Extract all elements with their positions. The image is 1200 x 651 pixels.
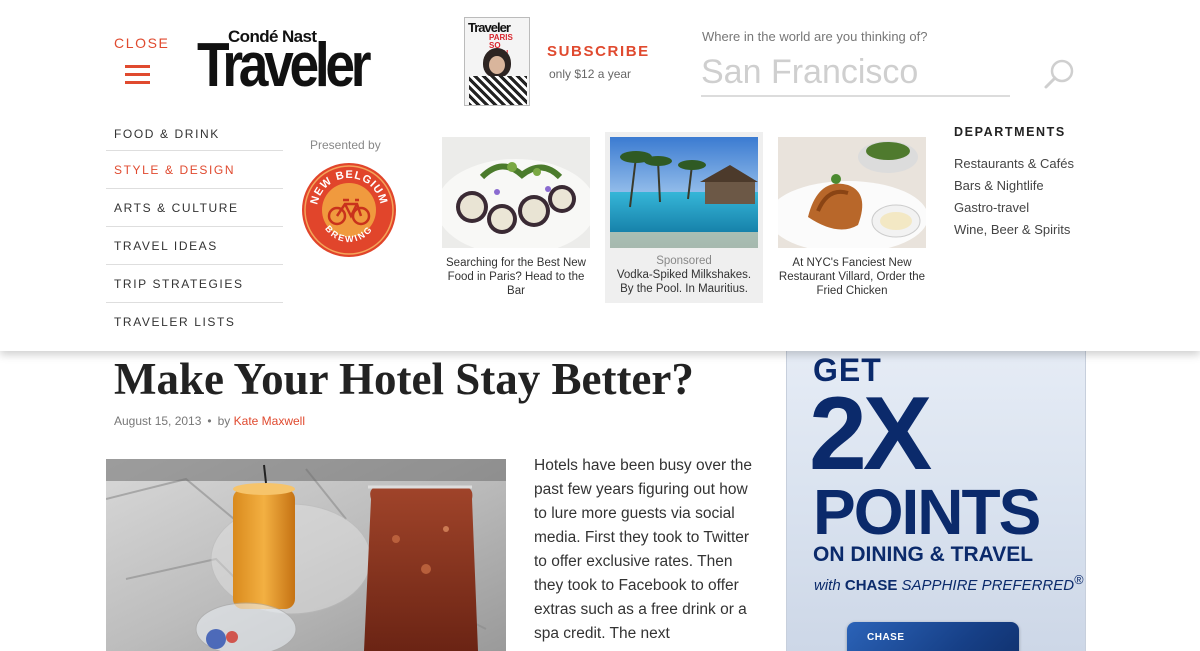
search-prompt: Where in the world are you thinking of? xyxy=(702,29,928,44)
ad-brand: CHASE xyxy=(844,577,898,594)
departments-list: Restaurants & Cafés Bars & Nightlife Gas… xyxy=(954,153,1074,241)
section-nav: FOOD & DRINK STYLE & DESIGN ARTS & CULTU… xyxy=(106,116,283,341)
article-photo-image xyxy=(106,459,506,651)
nav-item-food-drink[interactable]: FOOD & DRINK xyxy=(106,116,283,151)
new-belgium-logo[interactable]: NEW BELGIUM BREWING xyxy=(301,162,397,258)
ad-tier: PREFERRED xyxy=(981,577,1075,594)
subscribe-price: only $12 a year xyxy=(549,67,632,81)
story-card[interactable]: Searching for the Best New Food in Paris… xyxy=(442,137,590,298)
nav-item-trip-strategies[interactable]: TRIP STRATEGIES xyxy=(106,265,283,303)
story-image-fried-chicken xyxy=(778,137,926,248)
chase-ad[interactable]: GET 2X POINTS ON DINING & TRAVEL with CH… xyxy=(786,330,1086,651)
article-photo xyxy=(106,459,506,651)
story-card[interactable]: At NYC's Fanciest New Restaurant Villard… xyxy=(778,137,926,298)
logo-main-text: Traveler xyxy=(197,31,371,100)
hamburger-icon xyxy=(125,65,150,84)
story-caption: Searching for the Best New Food in Paris… xyxy=(446,257,586,297)
nav-item-traveler-lists[interactable]: TRAVELER LISTS xyxy=(106,303,283,341)
subscribe-link[interactable]: SUBSCRIBE xyxy=(547,43,650,60)
story-image-mauritius-pool xyxy=(610,137,758,248)
story-thumbnail xyxy=(610,137,758,248)
nav-item-style-design[interactable]: STYLE & DESIGN xyxy=(106,151,283,189)
article-title-line: Make Your Hotel Stay Better? xyxy=(114,354,694,404)
meta-separator: • xyxy=(207,414,212,428)
dept-item-restaurants-cafes[interactable]: Restaurants & Cafés xyxy=(954,153,1074,175)
presented-by-label: Presented by xyxy=(310,138,381,152)
ad-with-line: with CHASE SAPPHIRE PREFERRED® xyxy=(814,573,1083,594)
dept-item-wine-beer-spirits[interactable]: Wine, Beer & Spirits xyxy=(954,219,1074,241)
story-card-sponsored[interactable]: Sponsored Vodka-Spiked Milkshakes. By th… xyxy=(605,132,763,303)
close-menu-button[interactable]: CLOSE xyxy=(114,35,174,91)
credit-card-image: CHASE xyxy=(847,622,1019,651)
ad-mark: ® xyxy=(1074,573,1084,587)
ad-points: POINTS xyxy=(813,476,1041,548)
search-icon[interactable] xyxy=(1043,58,1075,90)
article-meta: August 15, 2013 • by Kate Maxwell xyxy=(114,414,305,428)
close-label: CLOSE xyxy=(114,35,170,51)
site-menu-overlay: CLOSE Condé Nast Traveler Traveler PARIS… xyxy=(0,0,1200,351)
article-date: August 15, 2013 xyxy=(114,414,202,428)
search-input[interactable] xyxy=(701,50,1010,97)
card-label: CHASE xyxy=(867,632,905,643)
sponsored-tag: Sponsored xyxy=(656,255,712,267)
ad-product: SAPPHIRE xyxy=(901,577,978,594)
conde-nast-traveler-logo[interactable]: Condé Nast Traveler xyxy=(197,27,372,100)
story-thumbnail xyxy=(778,137,926,248)
departments-title: DEPARTMENTS xyxy=(954,125,1066,139)
dept-item-bars-nightlife[interactable]: Bars & Nightlife xyxy=(954,175,1074,197)
ad-2x: 2X xyxy=(809,376,932,492)
nav-item-travel-ideas[interactable]: TRAVEL IDEAS xyxy=(106,227,283,265)
author-link[interactable]: Kate Maxwell xyxy=(234,414,305,428)
ad-dining-travel: ON DINING & TRAVEL xyxy=(813,543,1034,566)
ad-with: with xyxy=(814,577,841,594)
nav-item-arts-culture[interactable]: ARTS & CULTURE xyxy=(106,189,283,227)
dept-item-gastro-travel[interactable]: Gastro-travel xyxy=(954,197,1074,219)
story-caption: At NYC's Fanciest New Restaurant Villard… xyxy=(778,257,926,297)
cover-face xyxy=(489,56,505,74)
byline-by: by xyxy=(217,414,231,428)
cover-pattern xyxy=(469,76,527,105)
magazine-cover[interactable]: Traveler PARIS SO POP! xyxy=(464,17,530,106)
story-image-paris-food xyxy=(442,137,590,248)
story-thumbnail xyxy=(442,137,590,248)
article-body: Hotels have been busy over the past few … xyxy=(534,457,752,642)
story-caption: Vodka-Spiked Milkshakes. By the Pool. In… xyxy=(616,269,752,295)
